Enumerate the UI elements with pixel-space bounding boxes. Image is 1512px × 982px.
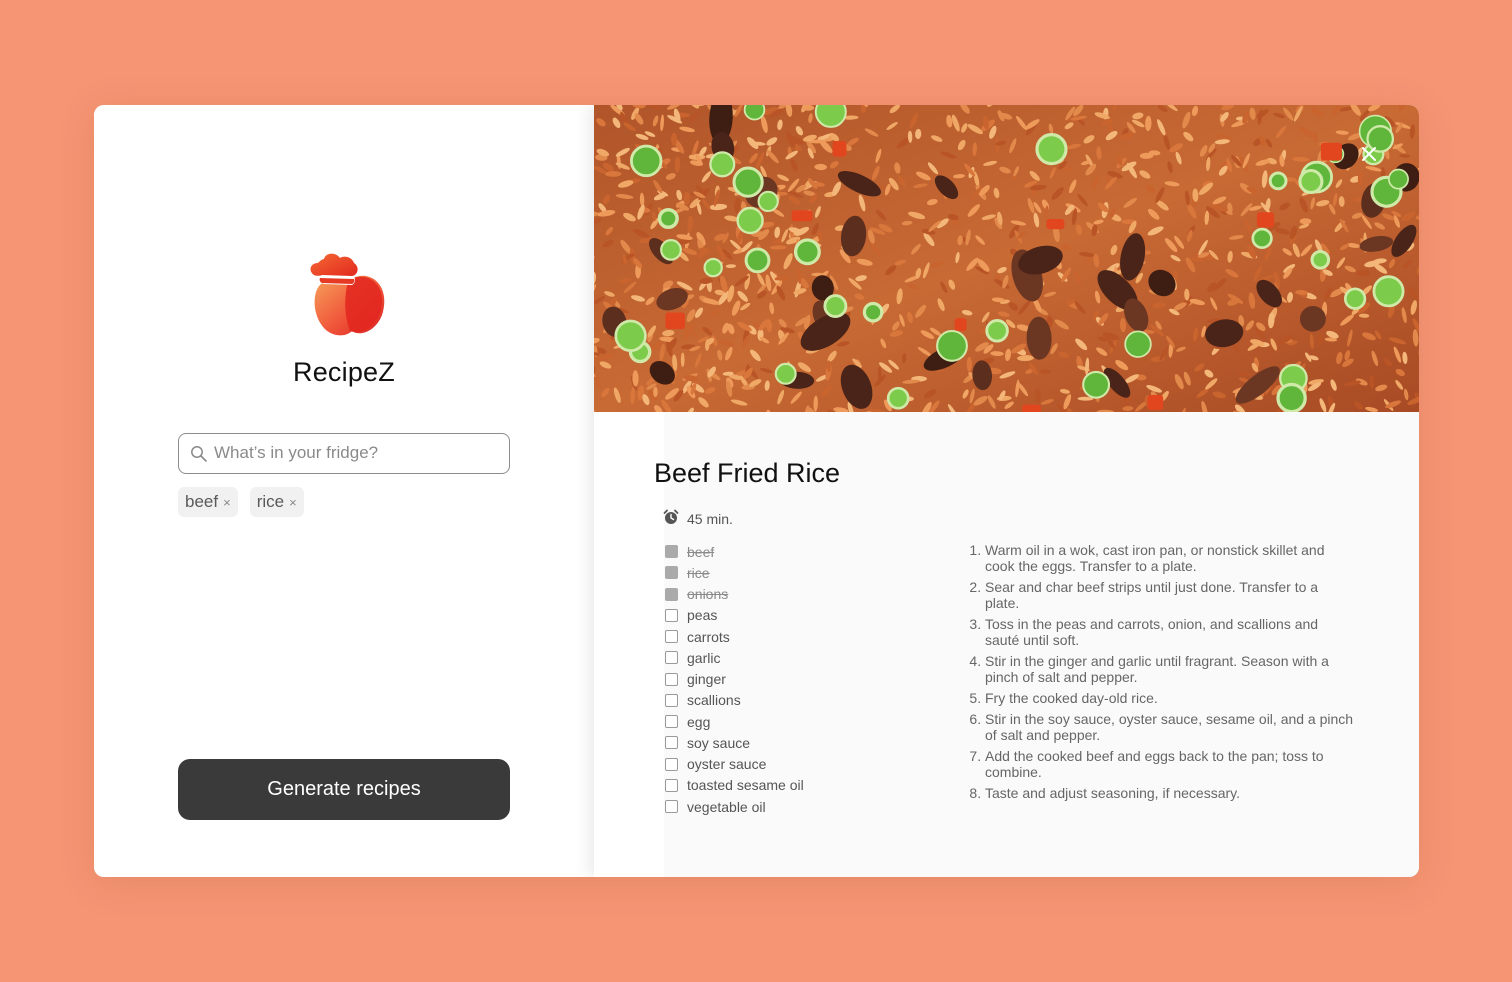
ingredient-checkbox[interactable] xyxy=(665,800,678,814)
instruction-step: Fry the cooked day-old rice. xyxy=(985,690,1355,706)
ingredient-item[interactable]: beef xyxy=(665,541,804,562)
ingredient-label: scallions xyxy=(687,692,741,709)
ingredient-checklist: beef rice onions peas carrots garlic ginger sca… xyxy=(665,541,804,817)
search-panel: RecipeZ beef × rice × Generate recipes xyxy=(94,105,594,877)
instruction-step: Warm oil in a wok, cast iron pan, or non… xyxy=(985,542,1355,574)
ingredient-label: peas xyxy=(687,607,718,624)
ingredient-tags: beef × rice × xyxy=(178,487,304,517)
ingredient-label: vegetable oil xyxy=(687,798,766,815)
ingredient-label: beef xyxy=(687,543,715,560)
search-field[interactable] xyxy=(178,433,510,474)
cook-time: 45 min. xyxy=(663,509,733,528)
ingredient-item[interactable]: carrots xyxy=(665,626,804,647)
ingredient-item[interactable]: rice xyxy=(665,562,804,583)
ingredient-item[interactable]: garlic xyxy=(665,647,804,668)
ingredient-checkbox[interactable] xyxy=(665,545,678,559)
ingredient-checkbox[interactable] xyxy=(665,672,678,686)
ingredient-item[interactable]: oyster sauce xyxy=(665,754,804,775)
recipe-photo xyxy=(594,105,1419,412)
search-input[interactable] xyxy=(214,434,499,472)
ingredient-item[interactable]: vegetable oil xyxy=(665,796,804,817)
ingredient-checkbox[interactable] xyxy=(665,715,678,729)
ingredient-item[interactable]: onions xyxy=(665,584,804,605)
ingredient-label: soy sauce xyxy=(687,734,751,751)
instruction-step: Sear and char beef strips until just don… xyxy=(985,579,1355,611)
close-icon[interactable] xyxy=(1357,142,1381,166)
alarm-clock-icon xyxy=(663,509,679,528)
ingredient-label: garlic xyxy=(687,649,721,666)
tag-beef: beef × xyxy=(178,487,238,517)
ingredient-label: carrots xyxy=(687,628,730,645)
ingredient-label: oyster sauce xyxy=(687,756,767,773)
ingredient-label: ginger xyxy=(687,671,726,688)
instruction-step: Taste and adjust seasoning, if necessary… xyxy=(985,785,1355,801)
ingredient-checkbox[interactable] xyxy=(665,757,678,771)
ingredient-checkbox[interactable] xyxy=(665,608,678,622)
ingredient-item[interactable]: scallions xyxy=(665,690,804,711)
instruction-step: Stir in the ginger and garlic until frag… xyxy=(985,653,1355,685)
recipe-title: Beef Fried Rice xyxy=(654,458,841,488)
ingredient-item[interactable]: ginger xyxy=(665,669,804,690)
tag-label: beef xyxy=(185,492,219,511)
tag-label: rice xyxy=(256,492,285,511)
app-window: RecipeZ beef × rice × Generate recipes xyxy=(94,105,1419,877)
ingredient-checkbox[interactable] xyxy=(665,587,678,601)
search-icon xyxy=(190,445,208,463)
ingredient-item[interactable]: soy sauce xyxy=(665,732,804,753)
remove-tag-icon[interactable]: × xyxy=(223,495,231,510)
ingredient-checkbox[interactable] xyxy=(665,693,678,707)
chef-apple-icon xyxy=(300,245,390,341)
generate-recipes-button[interactable]: Generate recipes xyxy=(178,759,510,820)
ingredient-item[interactable]: egg xyxy=(665,711,804,732)
tag-rice: rice × xyxy=(249,487,304,517)
instruction-step: Stir in the soy sauce, oyster sauce, ses… xyxy=(985,711,1355,743)
ingredient-label: egg xyxy=(687,713,711,730)
cook-time-text: 45 min. xyxy=(687,510,733,527)
instruction-steps: Warm oil in a wok, cast iron pan, or non… xyxy=(964,542,1355,806)
app-title: RecipeZ xyxy=(293,357,395,387)
ingredient-checkbox[interactable] xyxy=(665,566,678,580)
ingredient-item[interactable]: peas xyxy=(665,605,804,626)
instruction-step: Add the cooked beef and eggs back to the… xyxy=(985,748,1355,780)
ingredient-checkbox[interactable] xyxy=(665,630,678,644)
remove-tag-icon[interactable]: × xyxy=(289,495,297,510)
ingredient-label: toasted sesame oil xyxy=(687,777,804,794)
ingredient-label: rice xyxy=(687,564,710,581)
ingredient-checkbox[interactable] xyxy=(665,736,678,750)
ingredient-checkbox[interactable] xyxy=(665,651,678,665)
ingredient-item[interactable]: toasted sesame oil xyxy=(665,775,804,796)
ingredient-label: onions xyxy=(687,586,729,603)
recipe-panel: Beef Fried Rice 45 min. beef rice onions pe… xyxy=(594,105,1419,877)
ingredient-checkbox[interactable] xyxy=(665,778,678,792)
instruction-step: Toss in the peas and carrots, onion, and… xyxy=(985,616,1355,648)
